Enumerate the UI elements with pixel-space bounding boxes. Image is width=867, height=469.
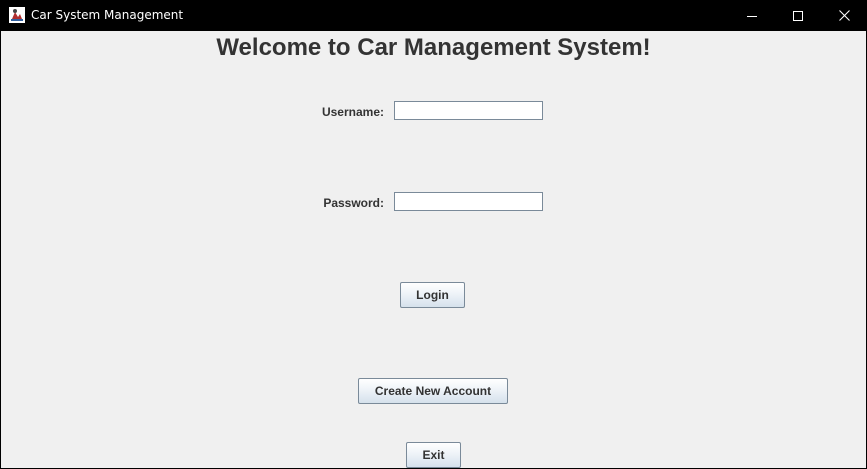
password-field[interactable] <box>394 192 543 211</box>
maximize-button[interactable] <box>775 0 821 31</box>
close-icon <box>838 10 850 21</box>
exit-button[interactable]: Exit <box>406 442 461 468</box>
create-account-button[interactable]: Create New Account <box>358 378 508 404</box>
content-panel: Welcome to Car Management System! Userna… <box>1 31 866 468</box>
username-field[interactable] <box>394 101 543 120</box>
maximize-icon <box>793 10 803 21</box>
password-label: Password: <box>323 196 384 210</box>
username-label: Username: <box>321 105 384 119</box>
minimize-icon <box>747 15 757 17</box>
window-title: Car System Management <box>31 8 184 22</box>
title-bar[interactable]: Car System Management <box>0 0 867 31</box>
close-button[interactable] <box>821 0 867 31</box>
minimize-button[interactable] <box>729 0 775 31</box>
app-java-icon <box>9 7 25 23</box>
page-title: Welcome to Car Management System! <box>216 34 651 61</box>
app-window: Car System Management Welcome to Car Man… <box>0 0 867 469</box>
login-button[interactable]: Login <box>400 282 465 308</box>
